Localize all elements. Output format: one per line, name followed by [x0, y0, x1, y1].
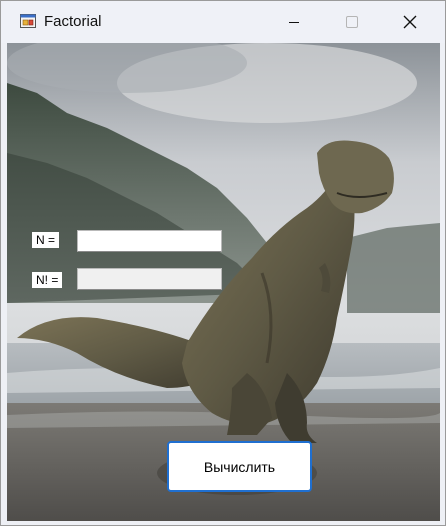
form-client-area: N = N! = Вычислить — [7, 43, 440, 521]
n-label: N = — [32, 232, 60, 248]
factorial-output[interactable] — [77, 268, 222, 290]
n-input[interactable] — [77, 230, 222, 252]
calculate-button[interactable]: Вычислить — [167, 441, 312, 492]
app-icon — [20, 14, 36, 28]
minimize-icon — [289, 22, 299, 23]
minimize-button[interactable] — [265, 1, 323, 43]
factorial-label: N! = — [32, 272, 63, 288]
title-bar[interactable]: Factorial — [1, 1, 445, 43]
maximize-icon — [346, 16, 358, 28]
close-icon — [403, 15, 417, 29]
app-window: Factorial N = N! = Вычислить — [0, 0, 446, 526]
close-button[interactable] — [381, 1, 439, 43]
maximize-button — [323, 1, 381, 43]
window-title: Factorial — [44, 13, 102, 30]
